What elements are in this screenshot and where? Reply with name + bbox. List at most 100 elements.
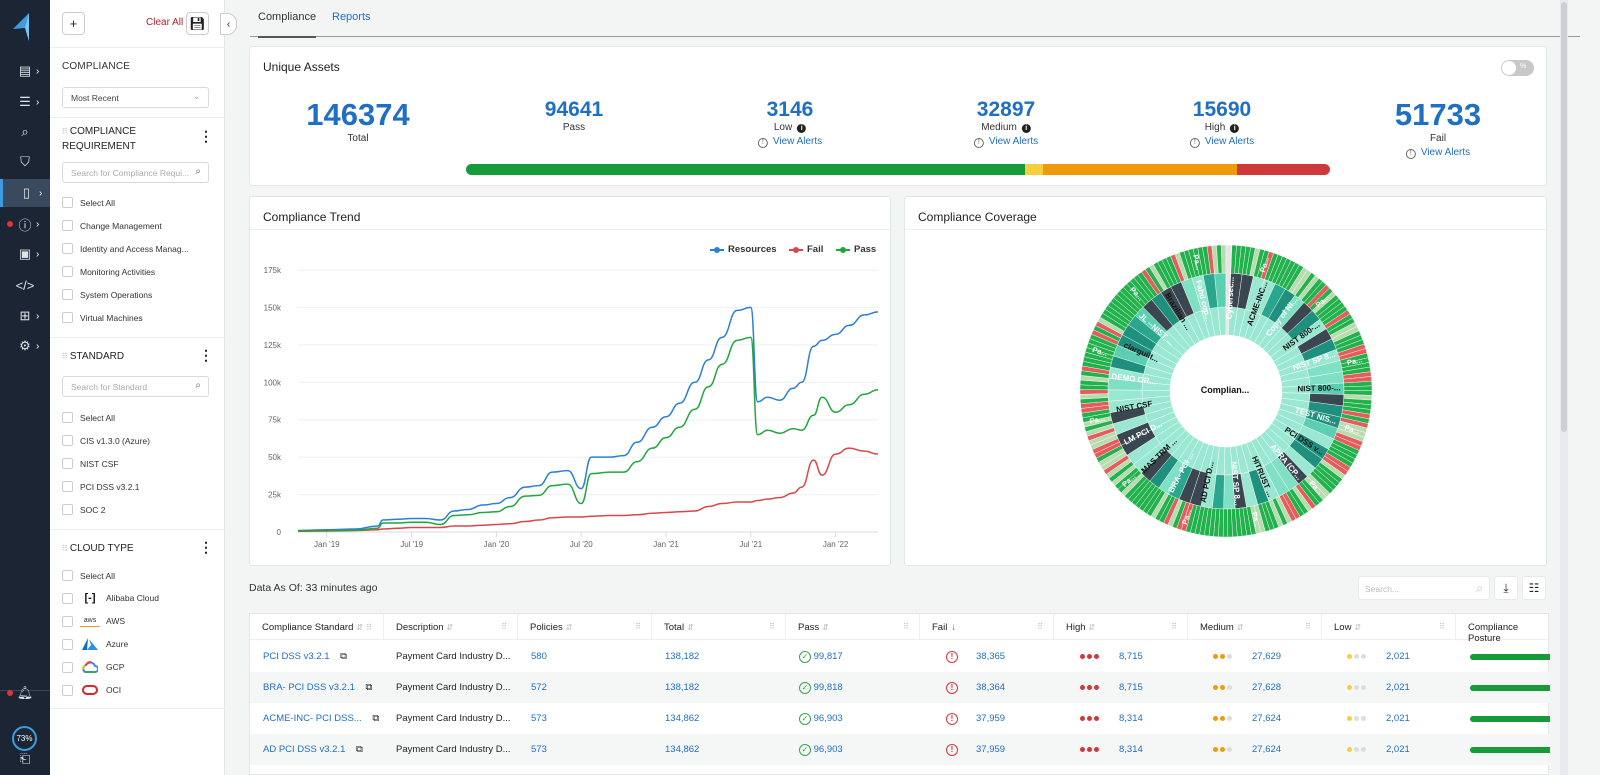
page-scrollbar[interactable] [1560,0,1568,775]
info-icon[interactable]: i [1230,124,1240,133]
compliance-posture-bar[interactable] [1470,747,1550,753]
nav-code[interactable]: </> [0,271,50,299]
checkbox[interactable] [62,197,73,208]
high-cell[interactable]: 8,314 [1080,713,1143,724]
drag-handle-icon[interactable]: ⠿ [501,622,507,631]
column-header-total[interactable]: Total ⇵ ⠿ [652,614,786,640]
sort-icon[interactable]: ⇵ [1089,623,1096,632]
nav-governance[interactable]: ⛉ [0,148,50,176]
sunburst-section-segment[interactable] [1343,385,1373,391]
nav-investigate[interactable]: ⌕ [0,118,50,146]
nav-notifications[interactable]: 🔔︎ [0,679,50,707]
standard-link[interactable]: AD PCI DSS v3.2.1 ⧉ [263,744,363,755]
column-header-policies[interactable]: Policies ⇵ ⠿ [518,614,652,640]
policies-link[interactable]: 573 [531,713,547,724]
drag-handle-icon[interactable]: ⠿ [62,544,68,553]
requirement-option[interactable]: Monitoring Activities [62,266,155,277]
medium-cell[interactable]: 27,629 [1213,651,1281,662]
checkbox[interactable] [62,638,73,650]
requirement-option[interactable]: Identity and Access Manag... [62,243,189,254]
nav-list[interactable]: ☰ › [0,88,50,116]
drag-handle-icon[interactable]: ⠿ [62,127,68,136]
download-button[interactable]: ⤓ [1494,576,1518,600]
series-line-resources[interactable] [297,306,879,532]
cloud-option[interactable]: Azure [62,638,128,650]
time-range-select[interactable]: Most Recent ⌄ [62,87,209,108]
sort-icon[interactable]: ⇵ [822,623,829,632]
low-view-alerts-link[interactable]: ! View Alerts [757,136,822,148]
external-link-icon[interactable]: ⧉ [366,682,373,693]
standard-option[interactable]: CIS v1.3.0 (Azure) [62,435,150,446]
table-row[interactable]: AD PCI DSS v3.2.1 ⧉ Payment Card Industry… [250,734,1550,765]
sort-icon[interactable]: ⇵ [447,623,454,632]
drag-handle-icon[interactable]: ⠿ [366,623,372,632]
percent-toggle[interactable]: % [1501,60,1534,76]
nav-docs[interactable]: ⎗ [0,745,50,773]
column-settings-button[interactable]: ☷ [1522,576,1546,600]
column-header-standard[interactable]: Compliance Standard ⇵ ⠿ [250,614,384,640]
sort-icon[interactable]: ⇵ [356,623,363,632]
policies-link[interactable]: 573 [531,744,547,755]
sort-icon[interactable]: ⇵ [566,623,573,632]
table-row[interactable]: ACME-INC- PCI DSS... ⧉ Payment Card Indus… [250,703,1550,734]
standard-menu-button[interactable]: ⋮ [199,347,213,364]
sort-icon[interactable]: ⇵ [687,623,694,632]
compliance-sunburst-chart[interactable]: Cybersec... ACME-INC...Copy of NI...NIST … [905,197,1548,565]
high-cell[interactable]: 8,314 [1080,744,1143,755]
high-cell[interactable]: 8,715 [1080,651,1143,662]
fail-cell[interactable]: ! 38,364 [946,682,1005,694]
drag-handle-icon[interactable]: ⠿ [903,622,909,631]
checkbox[interactable] [62,458,73,469]
checkbox[interactable] [62,243,73,254]
standard-link[interactable]: ACME-INC- PCI DSS... ⧉ [263,713,379,724]
checkbox[interactable] [62,481,73,492]
drag-handle-icon[interactable]: ⠿ [769,622,775,631]
policies-link[interactable]: 580 [531,651,547,662]
checkbox[interactable] [62,312,73,323]
medium-cell[interactable]: 27,628 [1213,682,1281,693]
nav-compute[interactable]: ▣ › [0,240,50,268]
sort-descending-icon[interactable]: ↓ [951,622,956,633]
compliance-posture-bar[interactable] [1470,685,1550,691]
drag-handle-icon[interactable]: ⠿ [62,352,68,361]
pass-cell[interactable]: ✓ 99,818 [799,682,843,694]
policies-link[interactable]: 572 [531,682,547,693]
total-link[interactable]: 138,182 [665,651,699,662]
fail-cell[interactable]: ! 38,365 [946,651,1005,663]
low-cell[interactable]: 2,021 [1347,682,1410,693]
nav-compliance[interactable]: ▯ › [0,179,50,207]
drag-handle-icon[interactable]: ⠿ [1305,622,1311,631]
medium-view-alerts-link[interactable]: ! View Alerts [973,136,1038,148]
collapse-filter-button[interactable]: ‹ [220,13,237,35]
save-filter-button[interactable]: 💾︎ [186,12,209,35]
standard-option[interactable]: PCI DSS v3.2.1 [62,481,140,492]
requirement-option[interactable]: Change Management [62,220,162,231]
checkbox[interactable] [62,412,73,423]
drag-handle-icon[interactable]: ⠿ [1439,622,1445,631]
standard-option[interactable]: NIST CSF [62,458,119,469]
sunburst-section-segment[interactable] [1079,389,1109,395]
fail-cell[interactable]: ! 37,959 [946,744,1005,756]
info-icon[interactable]: i [1021,124,1031,133]
column-header-low[interactable]: Low ⇵ ⠿ [1322,614,1456,640]
pass-cell[interactable]: ✓ 99,817 [799,651,843,663]
cloud-menu-button[interactable]: ⋮ [199,539,213,556]
sunburst-center-label[interactable]: Complian... [1175,385,1275,395]
nav-settings[interactable]: ⚙ › [0,332,50,360]
checkbox[interactable] [62,266,73,277]
requirement-menu-button[interactable]: ⋮ [199,128,213,145]
low-cell[interactable]: 2,021 [1347,713,1410,724]
series-line-fail[interactable] [297,447,879,533]
external-link-icon[interactable]: ⧉ [340,651,347,662]
column-header-high[interactable]: High ⇵ ⠿ [1054,614,1188,640]
column-header-pass[interactable]: Pass ⇵ ⠿ [786,614,920,640]
cloud-option[interactable]: OCI [62,684,121,696]
total-link[interactable]: 138,182 [665,682,699,693]
column-header-posture[interactable]: Compliance Posture [1456,614,1550,644]
table-row[interactable]: BRA- PCI DSS v3.2.1 ⧉ Payment Card Indust… [250,672,1550,703]
nav-dashboard[interactable]: ▤ › [0,57,50,85]
sunburst-section-segment[interactable] [1221,244,1227,274]
tab-compliance[interactable]: Compliance [258,11,317,38]
compliance-posture-bar[interactable] [1470,716,1550,722]
medium-cell[interactable]: 27,624 [1213,713,1281,724]
